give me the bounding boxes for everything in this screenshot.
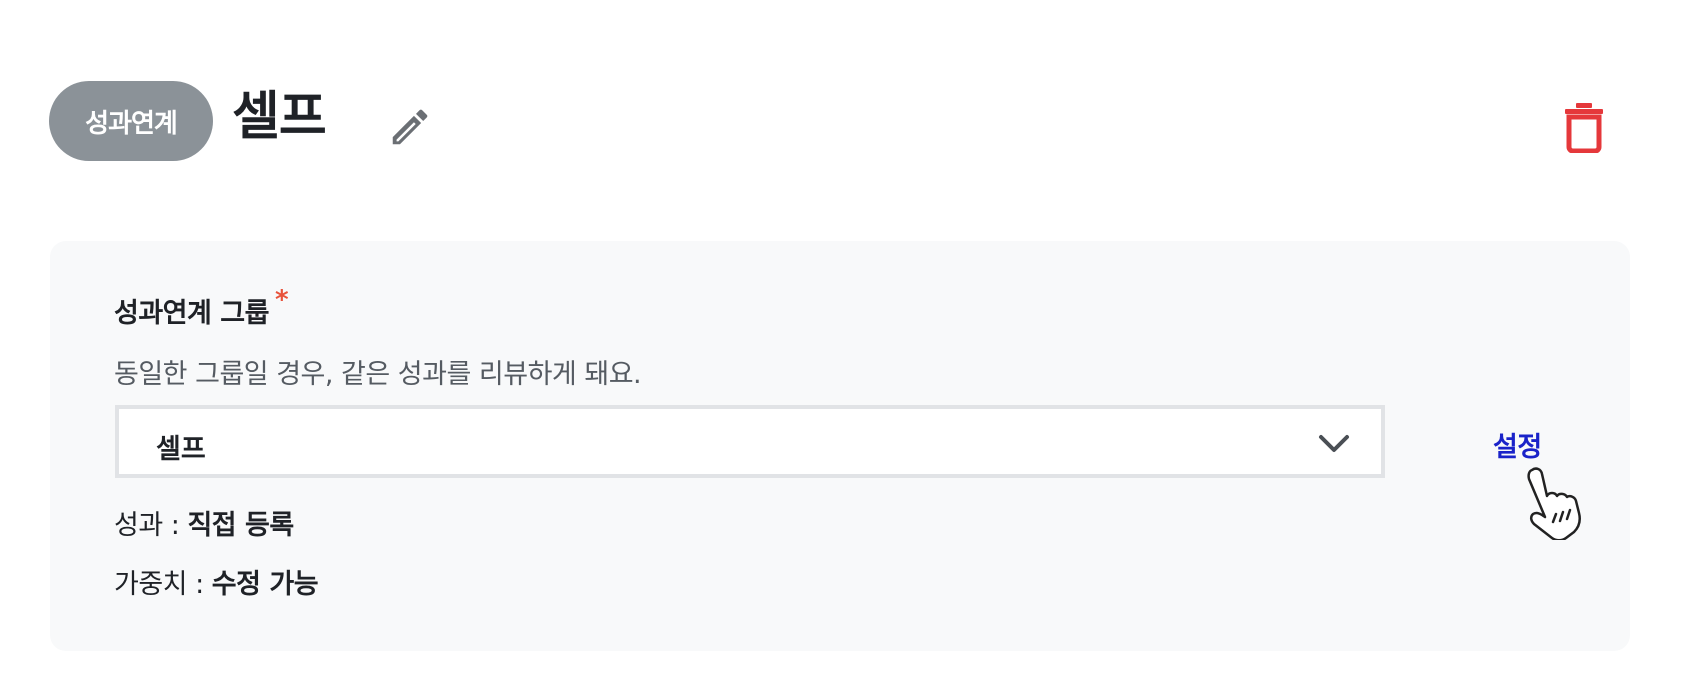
page-header: 성과연계 셀프 — [49, 81, 1629, 161]
group-select[interactable]: 셀프 — [115, 405, 1385, 478]
required-mark: * — [274, 285, 289, 315]
weight-value: 수정 가능 — [211, 569, 319, 600]
edit-title-button[interactable] — [382, 101, 438, 157]
type-tag: 성과연계 — [49, 81, 213, 161]
pencil-icon — [387, 104, 433, 154]
group-label-text: 성과연계 그룹 — [114, 298, 269, 329]
performance-info: 성과 : 직접 등록 — [114, 503, 294, 542]
group-description: 동일한 그룹일 경우, 같은 성과를 리뷰하게 돼요. — [114, 359, 642, 390]
trash-icon — [1563, 101, 1605, 157]
weight-info: 가중치 : 수정 가능 — [114, 562, 319, 601]
delete-button[interactable] — [1559, 101, 1609, 157]
performance-key: 성과 : — [114, 510, 188, 541]
performance-group-card: 성과연계 그룹 * 동일한 그룹일 경우, 같은 성과를 리뷰하게 돼요. 셀프 … — [50, 241, 1630, 651]
group-label: 성과연계 그룹 * — [114, 285, 289, 330]
page-title: 셀프 — [232, 87, 327, 147]
group-select-value: 셀프 — [156, 434, 206, 465]
settings-link[interactable]: 설정 — [1493, 425, 1542, 464]
chevron-down-icon — [1317, 429, 1351, 457]
weight-key: 가중치 : — [114, 569, 212, 600]
performance-value: 직접 등록 — [187, 510, 294, 541]
